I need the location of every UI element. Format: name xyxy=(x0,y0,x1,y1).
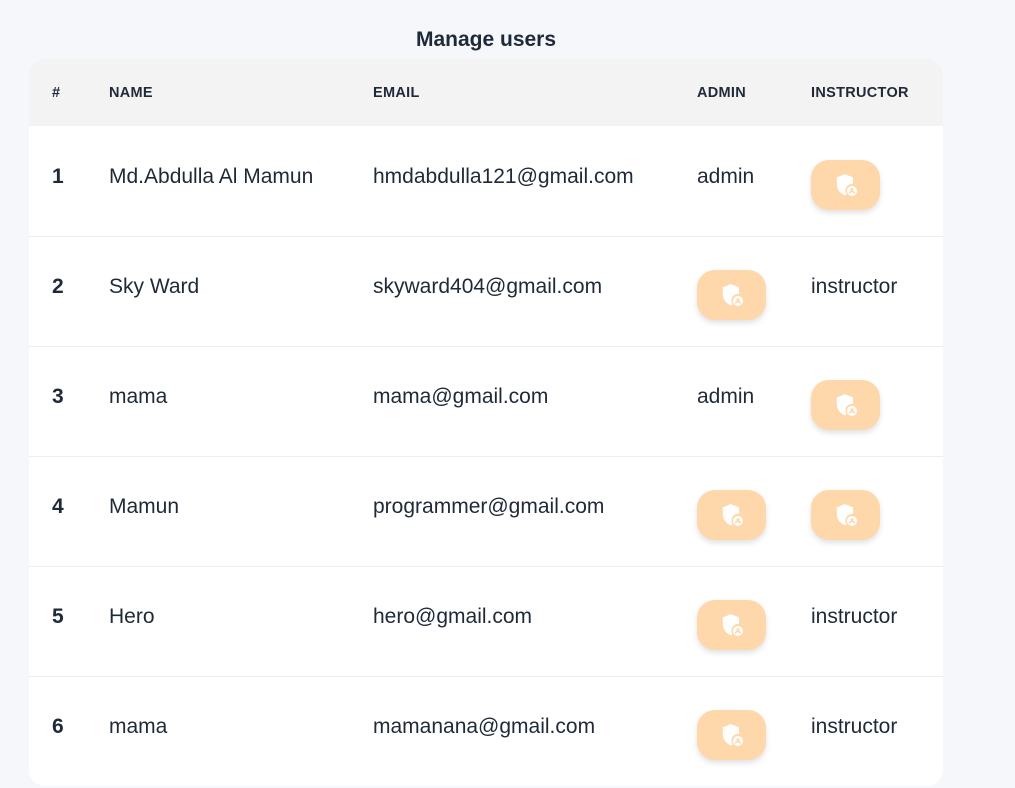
user-name-text: Mamun xyxy=(109,495,180,518)
table-header: # NAME EMAIL ADMIN INSTRUCTOR xyxy=(29,59,943,126)
role-admin-label: admin xyxy=(697,126,811,236)
users-table-card: # NAME EMAIL ADMIN INSTRUCTOR 1 Md.Abdull… xyxy=(29,59,943,786)
user-name: Mamun xyxy=(109,456,373,566)
row-number-text: 3 xyxy=(52,385,64,408)
role-instructor-label-text: instructor xyxy=(811,715,898,739)
row-number: 4 xyxy=(29,456,109,566)
make-admin-button[interactable] xyxy=(697,270,766,320)
role-admin-cell xyxy=(697,456,811,566)
make-admin-button[interactable] xyxy=(697,600,766,650)
user-name-text: Md.Abdulla Al Mamun xyxy=(109,164,314,188)
user-email: mama@gmail.com xyxy=(373,346,697,456)
role-admin-cell xyxy=(697,676,811,786)
shield-user-icon xyxy=(836,394,857,416)
role-instructor-cell xyxy=(811,346,943,456)
row-number-text: 4 xyxy=(52,495,64,518)
shield-user-icon xyxy=(722,504,743,526)
user-name-text: mama xyxy=(109,385,168,408)
header-admin: ADMIN xyxy=(697,84,747,101)
row-number: 2 xyxy=(29,236,109,346)
table-row: 1 Md.Abdulla Al Mamun hmdabdulla121@gmail.… xyxy=(29,126,943,236)
header-num: # xyxy=(52,84,61,101)
make-instructor-button[interactable] xyxy=(811,159,880,210)
shield-user-icon xyxy=(836,504,857,526)
user-email: mamanana@gmail.com xyxy=(373,676,697,786)
role-instructor-cell xyxy=(811,126,943,236)
user-email-text: programmer@gmail.com xyxy=(373,495,605,518)
role-instructor-label-text: instructor xyxy=(811,275,898,298)
header-instructor: INSTRUCTOR xyxy=(811,84,909,101)
role-instructor-cell xyxy=(811,456,943,566)
shield-user-icon xyxy=(722,724,743,747)
user-name: mama xyxy=(109,346,373,456)
role-admin-label: admin xyxy=(697,346,811,456)
role-admin-label-text: admin xyxy=(697,164,755,188)
row-number-text: 2 xyxy=(52,275,64,298)
row-number-text: 5 xyxy=(52,605,64,628)
role-admin-cell xyxy=(697,236,811,346)
role-instructor-label: instructor xyxy=(811,236,943,346)
role-instructor-label: instructor xyxy=(811,676,943,786)
user-name-text: Hero xyxy=(109,605,155,628)
table-row: 4 Mamun programmer@gmail.com xyxy=(29,456,943,566)
user-name-text: mama xyxy=(109,715,168,739)
page-title: Manage users xyxy=(415,28,557,51)
role-instructor-label-text: instructor xyxy=(811,605,898,628)
header-name: NAME xyxy=(109,84,153,101)
user-email: programmer@gmail.com xyxy=(373,456,697,566)
user-name: Md.Abdulla Al Mamun xyxy=(109,126,373,236)
user-email: hmdabdulla121@gmail.com xyxy=(373,126,697,236)
table-row: 3 mama mama@gmail.com admin xyxy=(29,346,943,456)
user-email: hero@gmail.com xyxy=(373,566,697,676)
role-admin-label-text: admin xyxy=(697,385,755,408)
header-row: # NAME EMAIL ADMIN INSTRUCTOR xyxy=(29,59,943,126)
make-admin-button[interactable] xyxy=(697,710,766,761)
table-row: 2 Sky Ward skyward404@gmail.com instructor xyxy=(29,236,943,346)
role-instructor-label: instructor xyxy=(811,566,943,676)
user-email-text: skyward404@gmail.com xyxy=(373,275,603,298)
user-email-text: mama@gmail.com xyxy=(373,385,549,408)
table-body: 1 Md.Abdulla Al Mamun hmdabdulla121@gmail.… xyxy=(29,126,943,786)
user-name-text: Sky Ward xyxy=(109,275,200,298)
shield-user-icon xyxy=(836,173,857,196)
user-email-text: mamanana@gmail.com xyxy=(373,715,596,739)
row-number: 3 xyxy=(29,346,109,456)
make-instructor-button[interactable] xyxy=(811,490,880,540)
row-number-text: 1 xyxy=(52,164,64,188)
row-number: 1 xyxy=(29,126,109,236)
users-table: # NAME EMAIL ADMIN INSTRUCTOR 1 Md.Abdull… xyxy=(29,59,943,786)
user-email-text: hero@gmail.com xyxy=(373,605,533,628)
role-admin-cell xyxy=(697,566,811,676)
row-number-text: 6 xyxy=(52,715,64,739)
shield-user-icon xyxy=(722,284,743,306)
user-name: Hero xyxy=(109,566,373,676)
make-admin-button[interactable] xyxy=(697,490,766,540)
user-name: mama xyxy=(109,676,373,786)
row-number: 5 xyxy=(29,566,109,676)
shield-user-icon xyxy=(722,614,743,636)
make-instructor-button[interactable] xyxy=(811,380,880,430)
user-email: skyward404@gmail.com xyxy=(373,236,697,346)
user-email-text: hmdabdulla121@gmail.com xyxy=(373,164,634,188)
user-name: Sky Ward xyxy=(109,236,373,346)
table-row: 6 mama mamanana@gmail.com instructor xyxy=(29,676,943,786)
row-number: 6 xyxy=(29,676,109,786)
table-row: 5 Hero hero@gmail.com instructor xyxy=(29,566,943,676)
header-email: EMAIL xyxy=(373,84,420,101)
